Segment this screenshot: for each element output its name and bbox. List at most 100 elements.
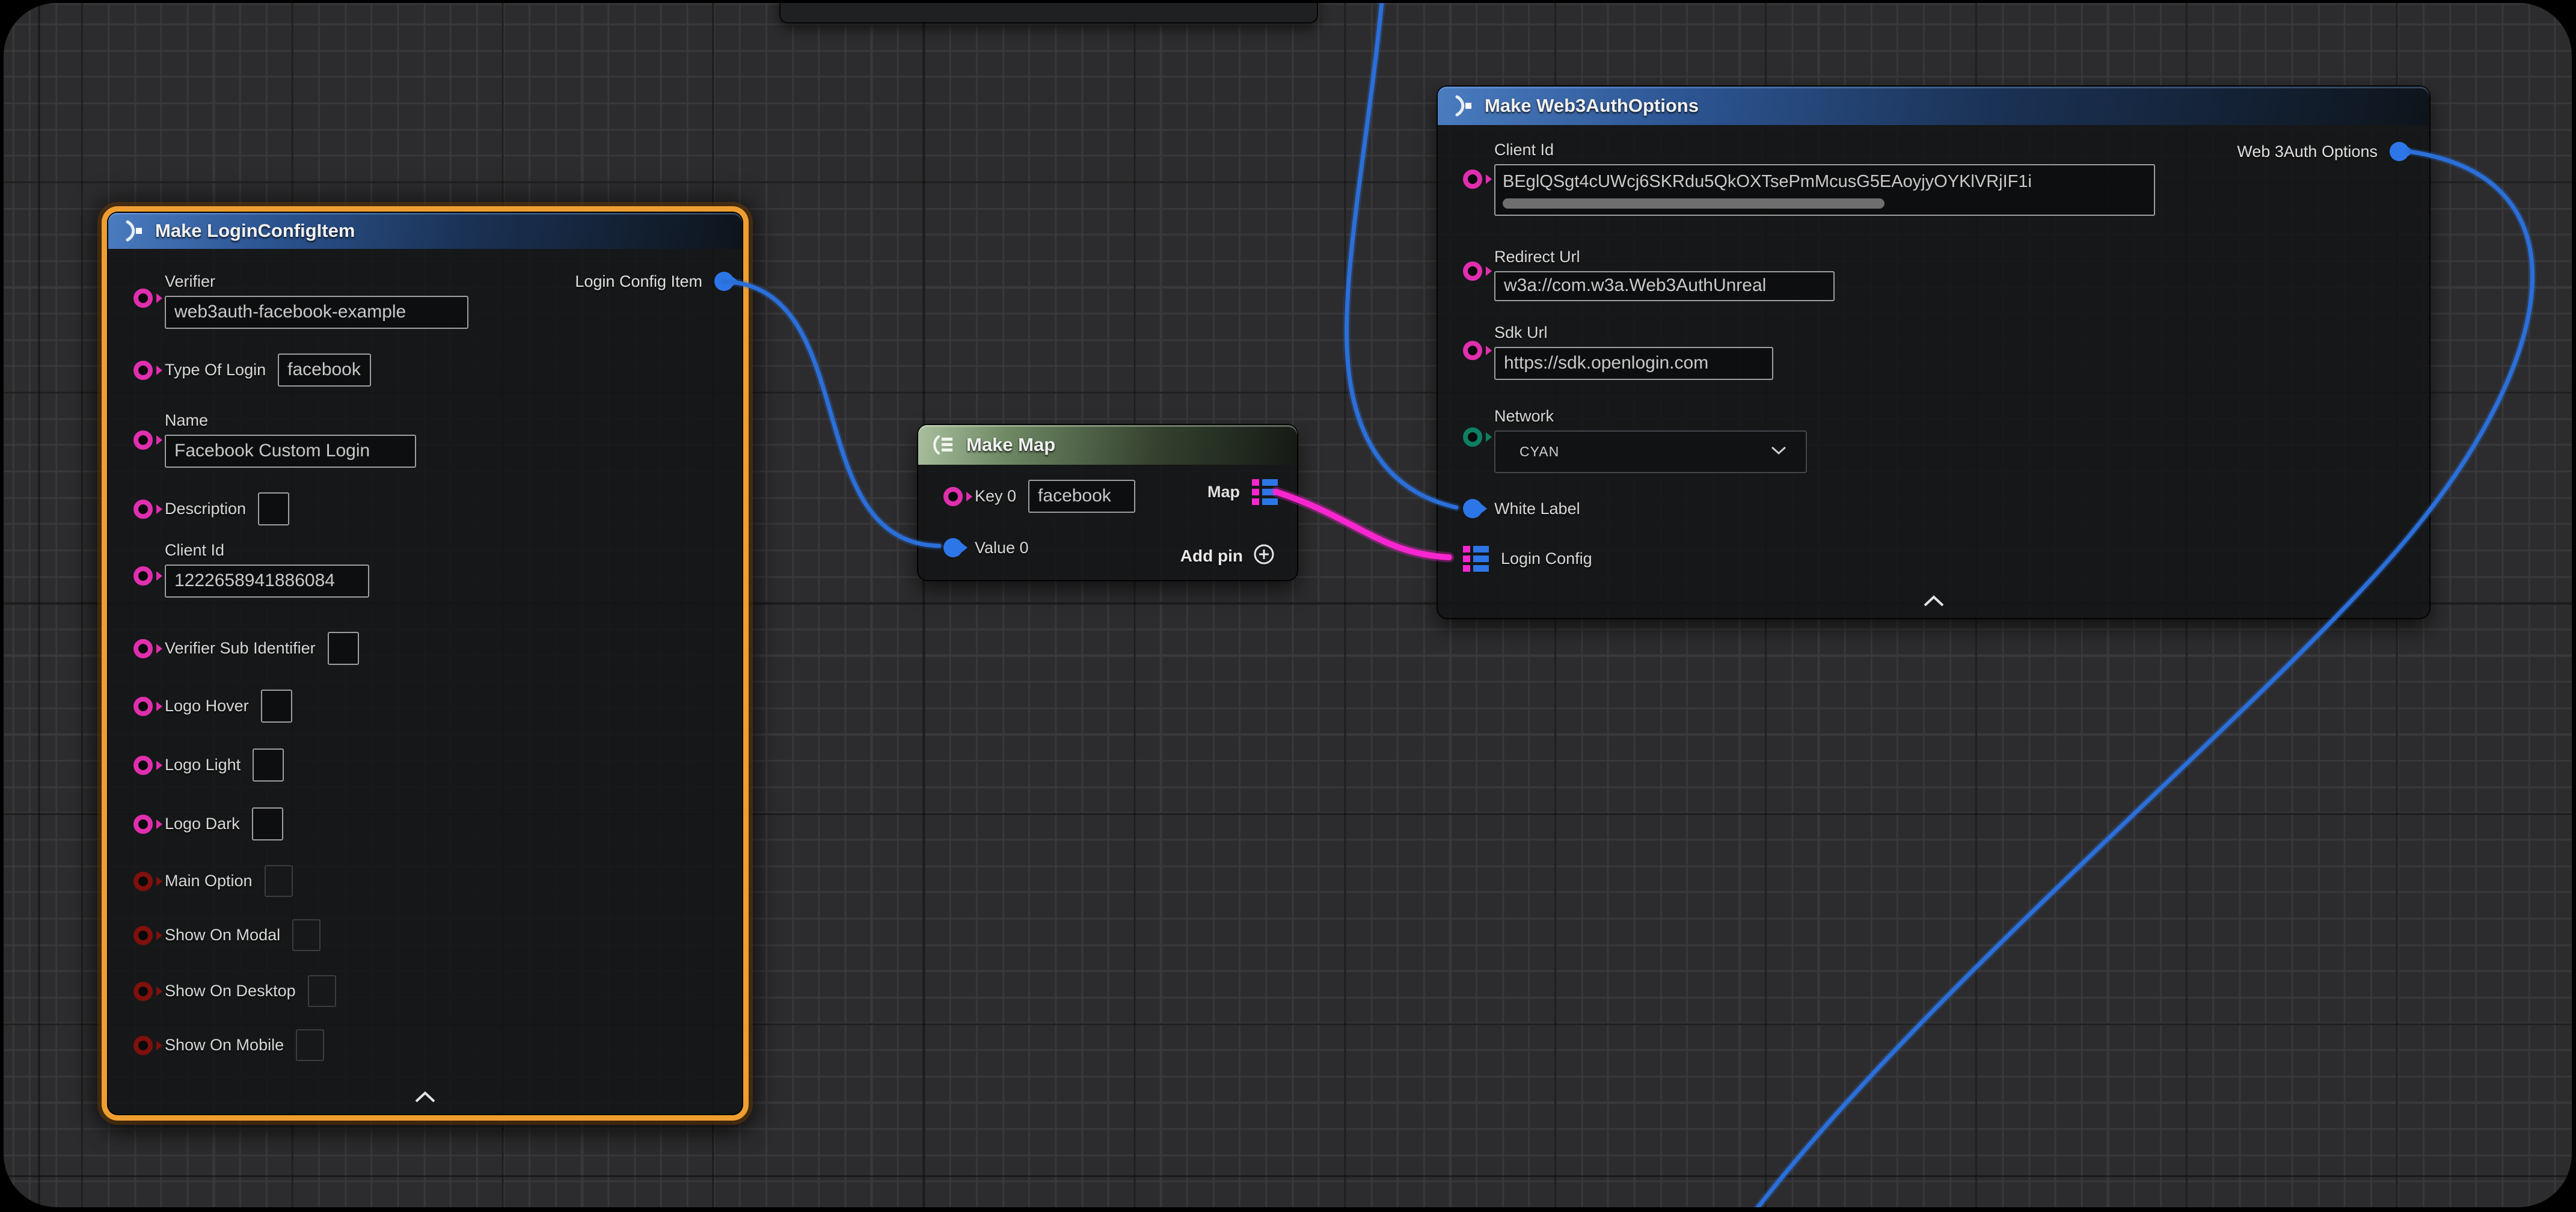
pin-label: Map bbox=[1207, 483, 1240, 501]
key-0-input[interactable]: facebook bbox=[1028, 480, 1135, 513]
verifier-pin[interactable] bbox=[133, 289, 153, 308]
client-id-pin[interactable] bbox=[133, 566, 153, 586]
field-label: Sdk Url bbox=[1494, 323, 1773, 342]
add-pin-label: Add pin bbox=[1180, 546, 1243, 566]
name-input[interactable]: Facebook Custom Login bbox=[165, 435, 416, 468]
main-option-pin[interactable] bbox=[133, 872, 153, 891]
verifier-input[interactable]: web3auth-facebook-example bbox=[165, 296, 468, 329]
field-row-client-id: Client Id 1222658941886084 bbox=[108, 541, 369, 598]
type-of-login-input[interactable]: facebook bbox=[278, 354, 371, 387]
output-row-login-config-item: Login Config Item bbox=[575, 272, 742, 291]
logo-light-input[interactable] bbox=[253, 748, 284, 782]
redirect-url-input[interactable]: w3a://com.w3a.Web3AuthUnreal bbox=[1494, 271, 1835, 301]
field-row-logo-hover: Logo Hover bbox=[108, 690, 292, 723]
show-on-mobile-pin[interactable] bbox=[133, 1036, 153, 1055]
map-output-pin[interactable] bbox=[1252, 479, 1278, 505]
collapse-node-button[interactable] bbox=[414, 1091, 437, 1107]
field-row-logo-light: Logo Light bbox=[108, 748, 284, 782]
field-row-show-on-modal: Show On Modal bbox=[108, 919, 320, 951]
key-0-pin[interactable] bbox=[943, 487, 963, 506]
network-dropdown[interactable]: CYAN bbox=[1494, 430, 1807, 473]
node-header[interactable]: Make Web3AuthOptions bbox=[1438, 87, 2429, 125]
client-id-input[interactable]: 1222658941886084 bbox=[165, 565, 369, 598]
sdk-url-pin[interactable] bbox=[1463, 341, 1482, 360]
field-label: Show On Modal bbox=[165, 926, 280, 944]
client-id-value: BEglQSgt4cUWcj6SKRdu5QkOXTsePmMcusG5EAoy… bbox=[1503, 167, 2147, 197]
field-row-show-on-desktop: Show On Desktop bbox=[108, 975, 336, 1007]
show-on-mobile-checkbox[interactable] bbox=[296, 1029, 324, 1061]
wire-glow bbox=[1276, 492, 1449, 557]
show-on-modal-checkbox[interactable] bbox=[292, 919, 320, 951]
blueprint-graph-canvas[interactable]: Make LoginConfigItem Login Config Item V… bbox=[4, 3, 2572, 1207]
description-input[interactable] bbox=[258, 492, 289, 525]
chevron-down-icon bbox=[1770, 445, 1788, 459]
show-on-desktop-pin[interactable] bbox=[133, 982, 153, 1001]
field-label: Type Of Login bbox=[165, 361, 266, 379]
client-id-input[interactable]: BEglQSgt4cUWcj6SKRdu5QkOXTsePmMcusG5EAoy… bbox=[1494, 164, 2155, 216]
client-id-pin[interactable] bbox=[1463, 170, 1482, 189]
node-header[interactable]: Make Map bbox=[918, 425, 1297, 465]
pin-label: Web 3Auth Options bbox=[2237, 142, 2378, 161]
field-label: Network bbox=[1494, 407, 1807, 426]
pin-label: Login Config Item bbox=[575, 272, 702, 291]
sdk-url-input[interactable]: https://sdk.openlogin.com bbox=[1494, 347, 1773, 380]
logo-dark-input[interactable] bbox=[252, 807, 283, 840]
show-on-modal-pin[interactable] bbox=[133, 926, 153, 945]
field-label: White Label bbox=[1494, 500, 1580, 518]
make-struct-icon bbox=[1450, 94, 1474, 118]
field-row-type-of-login: Type Of Login facebook bbox=[108, 354, 371, 387]
field-label: Redirect Url bbox=[1494, 248, 1835, 266]
make-map-icon bbox=[930, 433, 955, 457]
login-config-item-output-pin[interactable] bbox=[714, 272, 734, 291]
show-on-desktop-checkbox[interactable] bbox=[308, 975, 336, 1007]
field-row-verifier: Verifier web3auth-facebook-example bbox=[108, 272, 468, 329]
field-label: Client Id bbox=[1494, 141, 2155, 159]
field-label: Logo Dark bbox=[165, 815, 240, 833]
node-title: Make LoginConfigItem bbox=[155, 220, 355, 242]
field-row-verifier-sub-identifier: Verifier Sub Identifier bbox=[108, 632, 359, 665]
field-label: Main Option bbox=[165, 872, 253, 890]
node-make-map[interactable]: Make Map Key 0 facebook Map Value 0 Add … bbox=[917, 424, 1298, 581]
node-header[interactable]: Make LoginConfigItem bbox=[108, 213, 742, 249]
field-row-network: Network CYAN bbox=[1438, 407, 1807, 473]
field-label: Value 0 bbox=[975, 539, 1029, 557]
field-label: Name bbox=[165, 411, 416, 430]
white-label-pin[interactable] bbox=[1463, 499, 1482, 518]
verifier-sub-identifier-pin[interactable] bbox=[133, 639, 153, 658]
field-label: Client Id bbox=[165, 541, 369, 560]
node-make-loginconfigitem[interactable]: Make LoginConfigItem Login Config Item V… bbox=[107, 212, 743, 1115]
field-row-logo-dark: Logo Dark bbox=[108, 807, 283, 840]
node-make-web3authoptions[interactable]: Make Web3AuthOptions Web 3Auth Options C… bbox=[1437, 85, 2430, 619]
logo-hover-pin[interactable] bbox=[133, 697, 153, 716]
field-row-key-0: Key 0 facebook bbox=[918, 480, 1135, 513]
logo-light-pin[interactable] bbox=[133, 756, 153, 775]
logo-hover-input[interactable] bbox=[261, 690, 292, 723]
verifier-sub-identifier-input[interactable] bbox=[328, 632, 359, 665]
type-of-login-pin[interactable] bbox=[133, 361, 153, 380]
logo-dark-pin[interactable] bbox=[133, 815, 153, 834]
collapse-node-button[interactable] bbox=[1922, 595, 1945, 611]
field-row-show-on-mobile: Show On Mobile bbox=[108, 1029, 324, 1061]
add-pin-button[interactable] bbox=[1253, 543, 1275, 569]
clipped-node-bottom[interactable] bbox=[779, 3, 1318, 23]
wire-loginconfigitem-to-value0 bbox=[724, 281, 939, 546]
name-pin[interactable] bbox=[133, 430, 153, 450]
field-label: Login Config bbox=[1501, 549, 1592, 568]
main-option-checkbox[interactable] bbox=[265, 865, 293, 897]
field-label: Verifier bbox=[165, 272, 468, 291]
login-config-pin[interactable] bbox=[1463, 546, 1489, 572]
field-row-client-id: Client Id BEglQSgt4cUWcj6SKRdu5QkOXTsePm… bbox=[1438, 141, 2155, 216]
make-struct-icon bbox=[120, 219, 144, 243]
horizontal-scrollbar[interactable] bbox=[1503, 198, 1884, 209]
field-label: Verifier Sub Identifier bbox=[165, 639, 316, 658]
field-label: Key 0 bbox=[975, 487, 1016, 506]
network-pin[interactable] bbox=[1463, 427, 1482, 447]
field-row-main-option: Main Option bbox=[108, 865, 293, 897]
web3auth-options-output-pin[interactable] bbox=[2390, 142, 2409, 161]
description-pin[interactable] bbox=[133, 500, 153, 519]
field-row-description: Description bbox=[108, 492, 289, 525]
redirect-url-pin[interactable] bbox=[1463, 262, 1482, 281]
value-0-pin[interactable] bbox=[943, 538, 963, 557]
field-row-sdk-url: Sdk Url https://sdk.openlogin.com bbox=[1438, 323, 1773, 380]
field-label: Description bbox=[165, 500, 246, 518]
